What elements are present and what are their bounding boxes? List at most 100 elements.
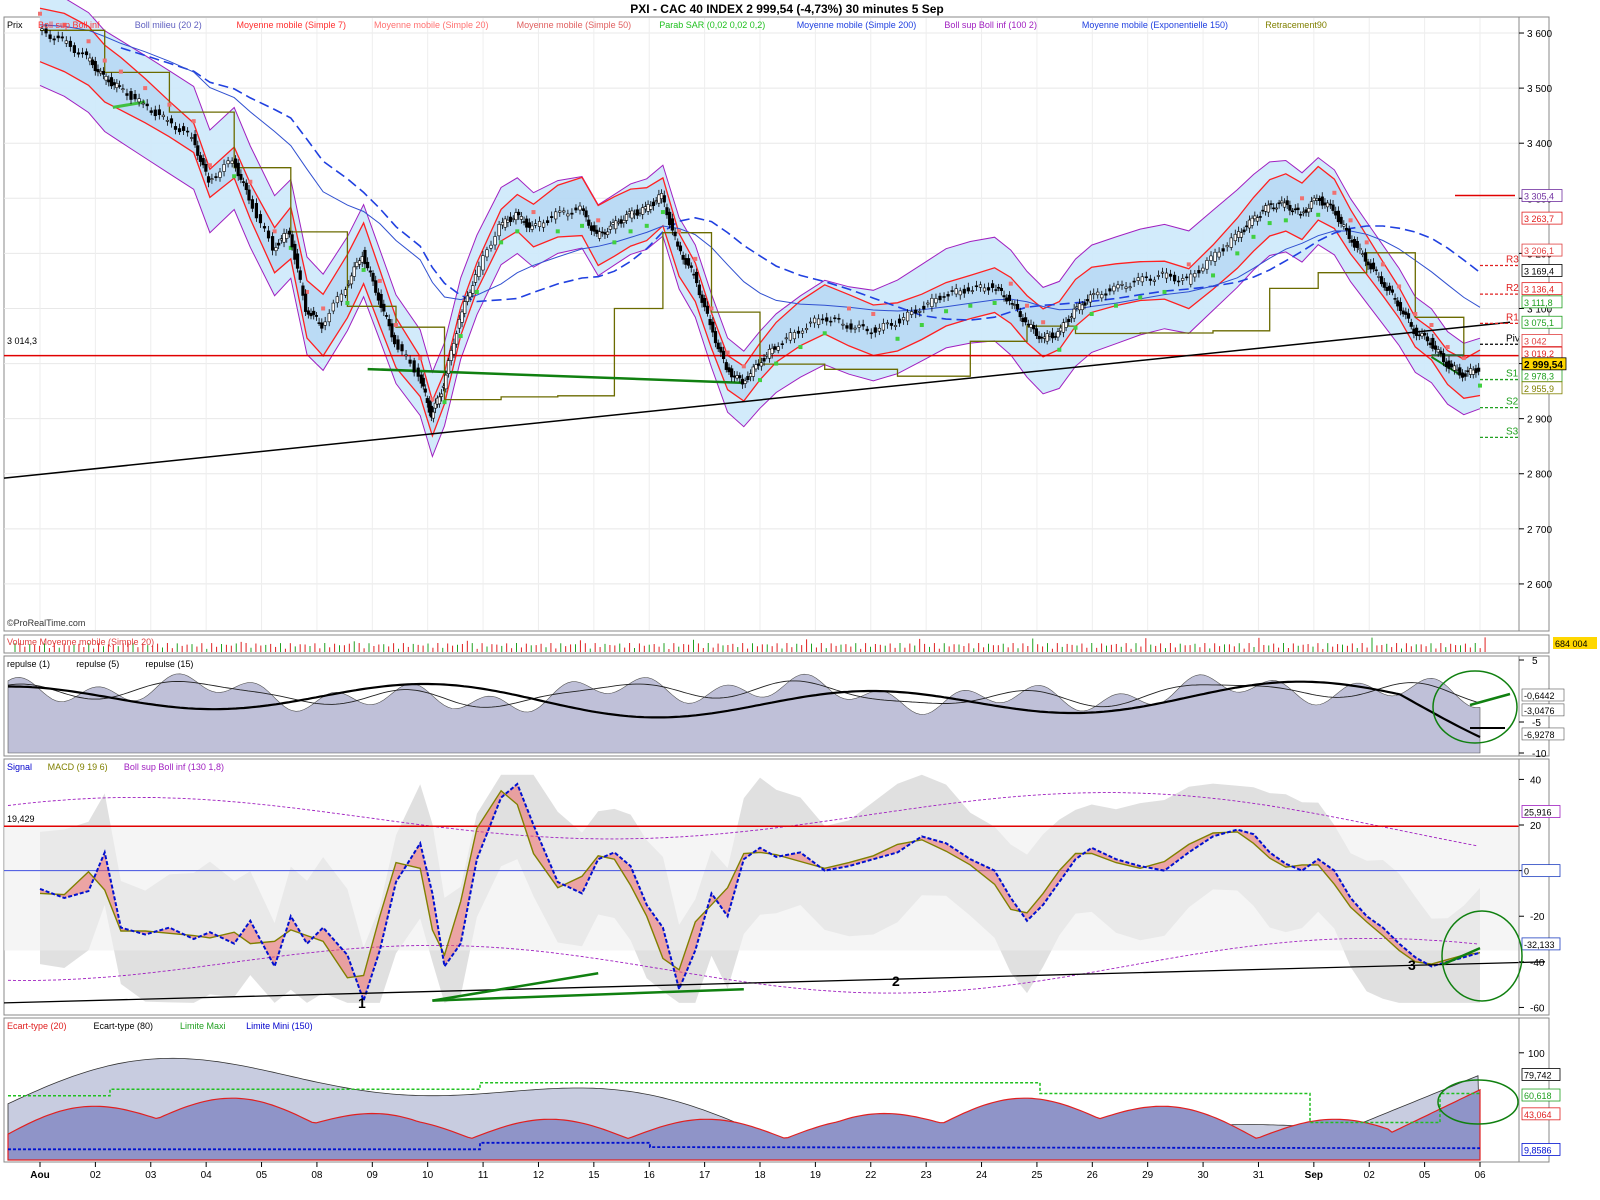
candle-body — [1452, 365, 1456, 371]
candle-body — [970, 290, 974, 292]
price-tick-label: 2 600 — [1527, 580, 1552, 591]
volume-last-value: 684 004 — [1555, 639, 1588, 649]
x-tick-label: Aou — [30, 1170, 49, 1181]
sar-dot — [1089, 311, 1094, 316]
candle-body — [262, 226, 267, 229]
candle-body — [1059, 327, 1063, 332]
candle-body — [897, 318, 902, 324]
candle-body — [1239, 232, 1243, 238]
stddev-value-label: 79,742 — [1524, 1071, 1552, 1081]
sar-dot — [1024, 303, 1029, 308]
candle-body — [732, 375, 736, 378]
candle-body — [727, 367, 731, 373]
candle-body — [1474, 368, 1478, 374]
candle-body — [1358, 248, 1362, 251]
x-tick-label: 25 — [1031, 1170, 1043, 1181]
candle-body — [562, 210, 566, 213]
candle-body — [757, 363, 761, 366]
candle-body — [1026, 323, 1030, 326]
candle-body — [1285, 200, 1289, 206]
candle-body — [670, 218, 674, 231]
candle-body — [517, 211, 521, 216]
repulse-legend-entry: repulse (1) — [7, 659, 50, 669]
price-watermark: ©ProRealTime.com — [7, 618, 85, 628]
candle-body — [254, 203, 259, 219]
candle-body — [157, 109, 161, 116]
level-label: 3 169,4 — [1524, 266, 1554, 276]
candle-body — [141, 102, 145, 105]
candle-body — [711, 321, 715, 333]
pivot-label: S2 — [1506, 397, 1519, 408]
candle-body — [730, 368, 734, 378]
candle-body — [716, 342, 720, 350]
candle-body — [485, 249, 489, 258]
candle-body — [137, 98, 141, 103]
candle-body — [1045, 333, 1049, 342]
candle-body — [1116, 284, 1120, 289]
candle-body — [1160, 271, 1165, 274]
candle-body — [1233, 233, 1237, 242]
repulse-tick-label: -10 — [1532, 749, 1547, 760]
candle-body — [230, 160, 234, 164]
candle-body — [408, 359, 412, 364]
candle-body — [222, 164, 226, 172]
candle-body — [1250, 217, 1254, 226]
sar-dot — [361, 267, 366, 272]
price-legend-entry: Moyenne mobile (Simple 50) — [517, 20, 632, 30]
candle-body — [938, 295, 942, 301]
candle-body — [662, 195, 666, 203]
candle-body — [813, 317, 817, 324]
candle-body — [877, 327, 881, 332]
sar-dot — [1300, 196, 1305, 201]
sar-dot — [1235, 251, 1240, 256]
sar-dot — [1251, 234, 1256, 239]
candle-body — [1450, 363, 1454, 368]
sar-dot — [458, 334, 463, 339]
candle-body — [692, 273, 696, 276]
candle-body — [597, 231, 602, 239]
candle-body — [759, 362, 763, 367]
x-tick-label: Sep — [1305, 1170, 1323, 1181]
candle-body — [320, 322, 324, 329]
repulse-value-label: -3,0476 — [1524, 706, 1555, 716]
pivot-label: S1 — [1506, 369, 1519, 380]
candle-body — [861, 324, 865, 327]
candle-body — [201, 158, 205, 166]
candle-body — [784, 337, 788, 340]
candle-body — [1264, 205, 1268, 212]
candle-body — [1144, 276, 1148, 279]
candle-body — [627, 211, 631, 215]
candle-body — [922, 305, 926, 310]
candle-body — [431, 411, 435, 419]
candle-body — [654, 200, 658, 202]
sar-dot — [1041, 320, 1046, 325]
candle-body — [1201, 267, 1205, 272]
candle-body — [1253, 215, 1257, 220]
candle-body — [508, 216, 513, 222]
x-tick-label: 02 — [1364, 1170, 1376, 1181]
trading-chart: PXI - CAC 40 INDEX 2 999,54 (-4,73%) 30 … — [0, 0, 1600, 1200]
level-label: 3 136,4 — [1524, 285, 1554, 295]
candle-body — [558, 210, 562, 213]
sar-dot — [1138, 295, 1143, 300]
price-legend-entry: Retracement90 — [1265, 20, 1327, 30]
sar-dot — [167, 102, 172, 107]
candle-body — [1334, 211, 1338, 216]
candle-body — [657, 194, 661, 204]
price-legend-entry: Boll milieu (20 2) — [135, 20, 202, 30]
candle-body — [1350, 239, 1354, 243]
candle-body — [1072, 308, 1076, 319]
candle-body — [527, 222, 532, 228]
x-tick-label: 24 — [976, 1170, 988, 1181]
candle-body — [833, 317, 837, 320]
sar-dot — [1008, 281, 1013, 286]
candle-body — [481, 255, 485, 271]
stddev-tick-label: 100 — [1528, 1049, 1545, 1060]
price-legend-entry: Boll sup Boll inf (100 2) — [944, 20, 1037, 30]
candle-body — [1363, 252, 1367, 262]
chart-title: PXI - CAC 40 INDEX 2 999,54 (-4,73%) 30 … — [630, 2, 943, 16]
candle-body — [1077, 303, 1082, 311]
sar-dot — [919, 323, 924, 327]
x-tick-label: 17 — [699, 1170, 711, 1181]
candle-body — [986, 287, 991, 291]
